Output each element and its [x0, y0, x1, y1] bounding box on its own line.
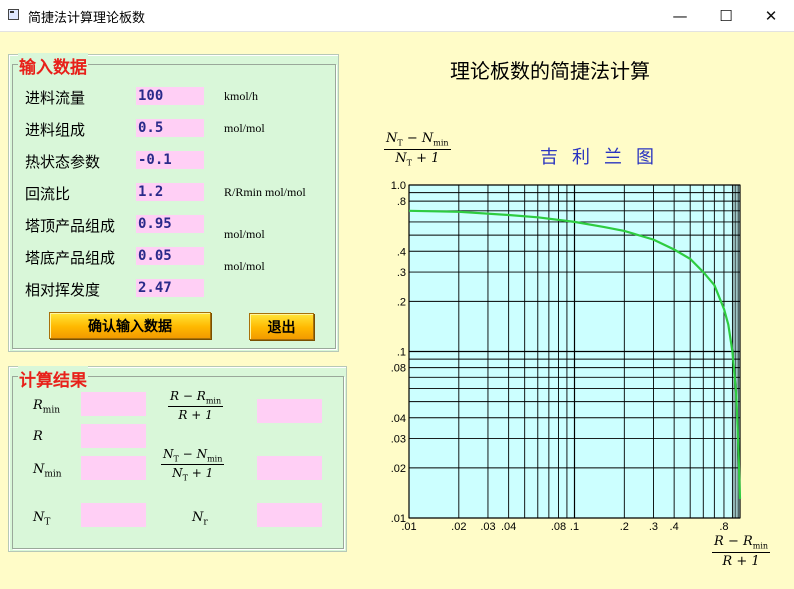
y-tick-label: .1	[397, 347, 406, 359]
rmin-output	[81, 392, 146, 416]
feed-composition-label: 进料组成	[25, 121, 86, 139]
bottoms-composition-unit: mol/mol	[224, 259, 265, 273]
x-tick-label: .3	[649, 521, 658, 533]
thermal-state-label: 热状态参数	[25, 153, 101, 171]
r-output	[81, 424, 146, 448]
nt-label: NT	[33, 510, 51, 528]
feed-flow-unit: kmol/h	[224, 89, 259, 103]
y-tick-label: .2	[397, 296, 406, 308]
y-tick-label: 1.0	[391, 180, 406, 192]
app-icon	[8, 9, 19, 20]
bottoms-composition-label: 塔底产品组成	[25, 249, 116, 267]
x-tick-label: .03	[480, 521, 495, 533]
x-tick-label: .1	[570, 521, 579, 533]
rmin-label: Rmin	[33, 398, 61, 416]
feed-composition-input[interactable]: 0.5	[136, 119, 204, 137]
maximize-icon[interactable]: ☐	[703, 0, 749, 31]
nmin-label: Nmin	[33, 462, 62, 480]
plate-fraction-label: NT − Nmin NT + 1	[161, 447, 225, 483]
x-tick-label: .8	[719, 521, 728, 533]
feed-flow-input[interactable]: 100	[136, 87, 204, 105]
gilliland-chart: .01 .02 .03 .04 .08 .1 .2 .3 .4 .8 1.0 .8 .4 .3 .2 .1 .0…	[391, 180, 742, 533]
y-tick-label: .3	[397, 267, 406, 279]
feed-composition-unit: mol/mol	[224, 121, 265, 135]
bottoms-composition-input[interactable]: 0.05	[136, 247, 204, 265]
plate-fraction-output	[257, 456, 322, 480]
feed-flow-label: 进料流量	[25, 89, 86, 107]
reflux-ratio-fraction-label: R − Rmin R + 1	[168, 389, 224, 423]
reflux-ratio-input[interactable]: 1.2	[136, 183, 204, 201]
chart-title: 吉利兰图	[540, 147, 668, 168]
y-axis-label: NT − Nmin NT + 1	[384, 131, 451, 168]
reflux-ratio-label: 回流比	[25, 185, 71, 203]
nmin-output	[81, 456, 146, 480]
x-axis-label: R − Rmin R + 1	[712, 534, 771, 569]
confirm-input-button[interactable]: 确认输入数据	[49, 312, 211, 339]
distillate-composition-input[interactable]: 0.95	[136, 215, 204, 233]
x-tick-label: .4	[670, 521, 679, 533]
reflux-ratio-unit: R/Rmin mol/mol	[224, 185, 306, 199]
result-panel-title: 计算结果	[18, 366, 88, 391]
distillate-composition-label: 塔顶产品组成	[25, 217, 116, 235]
y-tick-label: .01	[391, 513, 406, 525]
y-tick-label: .02	[391, 463, 406, 475]
x-tick-label: .2	[620, 521, 629, 533]
window-title: 简捷法计算理论板数	[28, 11, 146, 26]
y-tick-label: .03	[391, 434, 406, 446]
x-tick-label: .08	[551, 521, 566, 533]
distillate-composition-unit: mol/mol	[224, 227, 265, 241]
x-tick-label: .04	[501, 521, 516, 533]
r-label: R	[33, 429, 43, 444]
nr-label: Nr	[192, 510, 208, 528]
nr-output	[257, 503, 322, 527]
x-tick-label: .02	[451, 521, 466, 533]
relative-volatility-input[interactable]: 2.47	[136, 279, 204, 297]
exit-button[interactable]: 退出	[249, 313, 314, 340]
reflux-fraction-output	[257, 399, 322, 423]
input-panel-title: 输入数据	[18, 53, 88, 78]
y-tick-label: .08	[391, 363, 406, 375]
nt-output	[81, 503, 146, 527]
y-tick-label: .8	[397, 196, 406, 208]
close-icon[interactable]: ✕	[748, 0, 794, 31]
main-title: 理论板数的简捷法计算	[450, 59, 650, 83]
y-tick-label: .04	[391, 413, 406, 425]
y-tick-label: .4	[397, 246, 406, 258]
relative-volatility-label: 相对挥发度	[25, 281, 101, 299]
thermal-state-input[interactable]: -0.1	[136, 151, 204, 169]
minimize-icon[interactable]: —	[657, 0, 703, 31]
